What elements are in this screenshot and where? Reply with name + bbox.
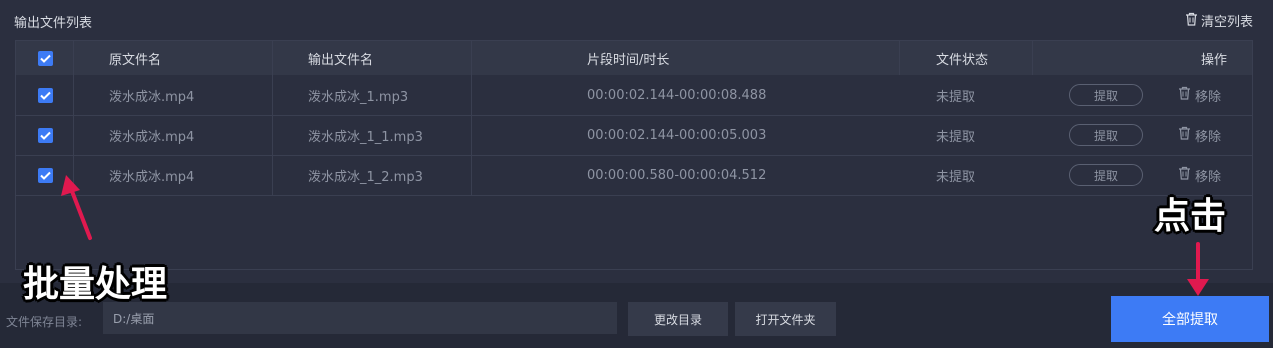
checkbox-checked-icon <box>38 50 53 66</box>
remove-label: 移除 <box>1195 89 1222 105</box>
panel-title: 输出文件列表 <box>14 16 93 31</box>
checkbox-checked-icon <box>38 87 53 103</box>
source-filename: 泼水成冰.mp4 <box>109 129 195 145</box>
source-filename: 泼水成冰.mp4 <box>109 169 195 185</box>
table-header: 原文件名 输出文件名 片段时间/时长 文件状态 操作 <box>16 41 1252 75</box>
column-header-status: 文件状态 <box>936 52 989 68</box>
open-folder-button[interactable]: 打开文件夹 <box>735 302 836 336</box>
trash-icon <box>1178 86 1191 104</box>
table-row: 泼水成冰.mp4 泼水成冰_1_2.mp3 00:00:00.580-00:00… <box>16 155 1252 196</box>
row-checkbox[interactable] <box>38 115 53 155</box>
output-filename: 泼水成冰_1_2.mp3 <box>308 169 423 185</box>
extract-button[interactable]: 提取 <box>1069 124 1143 146</box>
clear-list-label: 清空列表 <box>1200 15 1253 30</box>
remove-label: 移除 <box>1195 169 1222 185</box>
select-all-checkbox[interactable] <box>38 41 53 75</box>
table-row: 泼水成冰.mp4 泼水成冰_1_1.mp3 00:00:02.144-00:00… <box>16 115 1252 156</box>
header-bar <box>0 0 1273 42</box>
column-header-source: 原文件名 <box>109 52 162 68</box>
file-status: 未提取 <box>936 89 976 105</box>
table-row: 泼水成冰.mp4 泼水成冰_1.mp3 00:00:02.144-00:00:0… <box>16 75 1252 116</box>
save-directory-input[interactable] <box>103 302 617 334</box>
annotation-batch-label: 批量处理 <box>23 264 168 305</box>
segment-time: 00:00:02.144-00:00:05.003 <box>587 127 767 143</box>
segment-time: 00:00:02.144-00:00:08.488 <box>587 87 767 103</box>
remove-label: 移除 <box>1195 129 1222 145</box>
row-checkbox[interactable] <box>38 75 53 115</box>
file-status: 未提取 <box>936 169 976 185</box>
output-filename: 泼水成冰_1_1.mp3 <box>308 129 423 145</box>
checkbox-checked-icon <box>38 167 53 183</box>
segment-time: 00:00:00.580-00:00:04.512 <box>587 167 767 183</box>
column-header-output: 输出文件名 <box>308 52 374 68</box>
output-filename: 泼水成冰_1.mp3 <box>308 89 409 105</box>
row-checkbox[interactable] <box>38 155 53 195</box>
extract-all-button[interactable]: 全部提取 <box>1111 296 1269 342</box>
column-header-actions: 操作 <box>1201 52 1228 68</box>
source-filename: 泼水成冰.mp4 <box>109 89 195 105</box>
save-directory-label: 文件保存目录: <box>6 315 83 329</box>
trash-icon <box>1185 12 1198 30</box>
remove-button[interactable]: 移除 <box>1178 126 1221 145</box>
remove-button[interactable]: 移除 <box>1178 86 1221 105</box>
clear-list-button[interactable]: 清空列表 <box>1185 11 1253 30</box>
file-table: 原文件名 输出文件名 片段时间/时长 文件状态 操作 泼水成冰.mp4 泼水成冰… <box>15 40 1253 270</box>
checkbox-checked-icon <box>38 127 53 143</box>
trash-icon <box>1178 126 1191 144</box>
trash-icon <box>1178 166 1191 184</box>
file-status: 未提取 <box>936 129 976 145</box>
remove-button[interactable]: 移除 <box>1178 166 1221 185</box>
change-directory-button[interactable]: 更改目录 <box>628 302 728 336</box>
extract-button[interactable]: 提取 <box>1069 84 1143 106</box>
extract-button[interactable]: 提取 <box>1069 164 1143 186</box>
column-header-time: 片段时间/时长 <box>587 52 670 68</box>
annotation-click-label: 点击 <box>1154 196 1227 237</box>
